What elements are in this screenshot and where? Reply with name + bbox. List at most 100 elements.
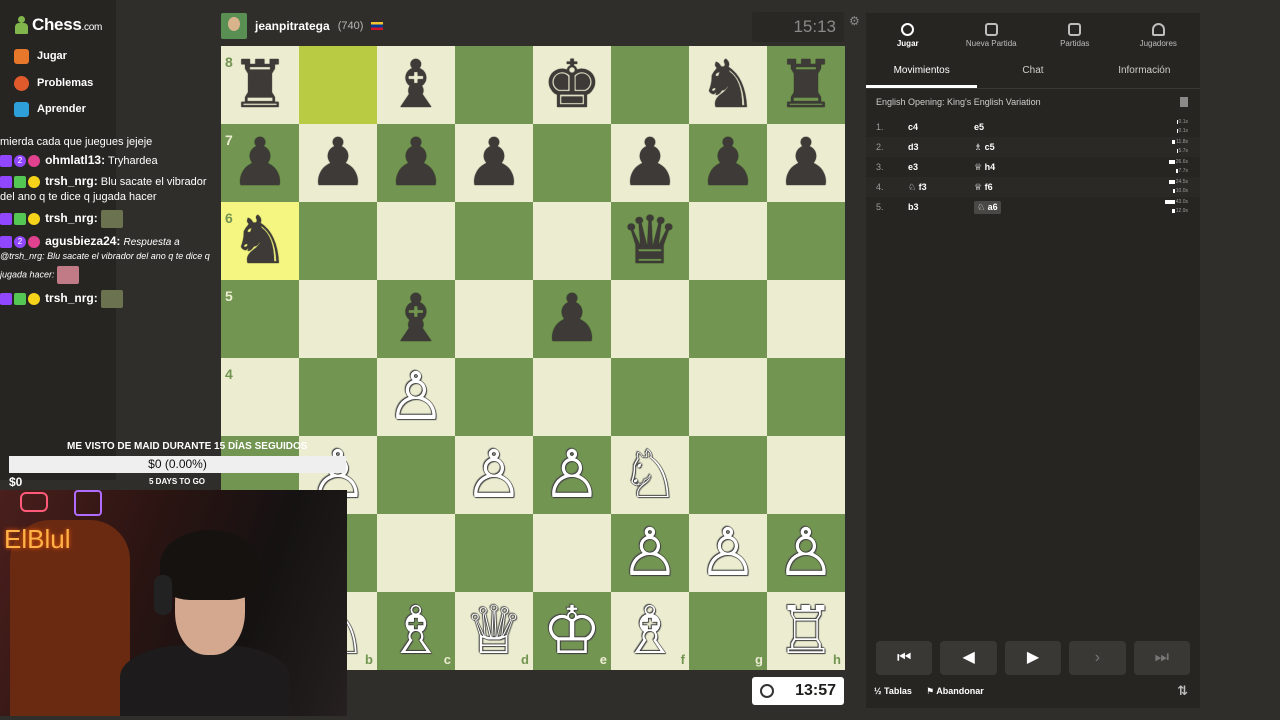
white-knight-piece[interactable]: ♘ — [611, 436, 689, 514]
white-move-time: 24.5s — [1158, 179, 1188, 185]
black-pawn-piece[interactable]: ♟ — [767, 124, 845, 202]
white-bishop-piece[interactable]: ♗ — [611, 592, 689, 670]
black-move-time: 5.7s — [1176, 148, 1188, 154]
square-c3[interactable] — [377, 436, 455, 514]
avatar[interactable] — [221, 13, 247, 39]
white-bishop-piece[interactable]: ♗ — [377, 592, 455, 670]
square-e2[interactable] — [533, 514, 611, 592]
square-f8[interactable] — [611, 46, 689, 124]
black-pawn-piece[interactable]: ♟ — [689, 124, 767, 202]
white-queen-piece[interactable]: ♕ — [455, 592, 533, 670]
play-button[interactable]: ▶ — [1004, 641, 1062, 675]
flip-board-icon[interactable]: ⇅ — [1177, 683, 1188, 699]
square-d2[interactable] — [455, 514, 533, 592]
tab-movimientos[interactable]: Movimientos — [866, 57, 978, 88]
top-player-info[interactable]: jeanpitratega (740) — [221, 12, 384, 40]
panel-tabs: Jugar Nueva Partida Partidas Jugadores — [866, 13, 1200, 57]
square-e7[interactable] — [533, 124, 611, 202]
opening-name[interactable]: English Opening: King's English Variatio… — [876, 97, 1041, 107]
white-rook-piece[interactable]: ♖ — [767, 592, 845, 670]
square-h5[interactable] — [767, 280, 845, 358]
square-e4[interactable] — [533, 358, 611, 436]
book-icon[interactable] — [1180, 97, 1188, 107]
black-knight-piece[interactable]: ♞ — [689, 46, 767, 124]
square-d6[interactable] — [455, 202, 533, 280]
black-bishop-piece[interactable]: ♝ — [377, 280, 455, 358]
draw-button[interactable]: ½ Tablas — [874, 686, 912, 696]
moderator-badge-icon — [14, 213, 26, 225]
black-pawn-piece[interactable]: ♟ — [221, 124, 299, 202]
sidebar-item-aprender[interactable]: Aprender — [14, 99, 86, 119]
square-c2[interactable] — [377, 514, 455, 592]
white-pawn-piece[interactable]: ♙ — [611, 514, 689, 592]
white-pawn-piece[interactable]: ♙ — [767, 514, 845, 592]
black-move[interactable]: e5 — [974, 122, 984, 132]
tab-jugadores[interactable]: Jugadores — [1117, 13, 1201, 57]
move-number: 2. — [876, 142, 884, 152]
square-c6[interactable] — [377, 202, 455, 280]
tab-partidas[interactable]: Partidas — [1033, 13, 1117, 57]
last-move-button[interactable]: ⏭ — [1133, 641, 1191, 675]
black-rook-piece[interactable]: ♜ — [221, 46, 299, 124]
black-move[interactable]: ♕ h4 — [974, 162, 995, 173]
white-move[interactable]: ♘ f3 — [908, 182, 927, 193]
square-b6[interactable] — [299, 202, 377, 280]
white-move[interactable]: b3 — [908, 202, 919, 212]
sidebar-item-jugar[interactable]: Jugar — [14, 46, 67, 66]
square-h3[interactable] — [767, 436, 845, 514]
square-g4[interactable] — [689, 358, 767, 436]
black-pawn-piece[interactable]: ♟ — [299, 124, 377, 202]
black-knight-piece[interactable]: ♞ — [221, 202, 299, 280]
white-pawn-piece[interactable]: ♙ — [377, 358, 455, 436]
white-move[interactable]: c4 — [908, 122, 918, 132]
white-pawn-piece[interactable]: ♙ — [689, 514, 767, 592]
player-name: jeanpitratega — [255, 19, 330, 33]
resign-button[interactable]: ⚑ Abandonar — [926, 686, 984, 697]
black-rook-piece[interactable]: ♜ — [767, 46, 845, 124]
square-b5[interactable] — [299, 280, 377, 358]
black-bishop-piece[interactable]: ♝ — [377, 46, 455, 124]
black-pawn-piece[interactable]: ♟ — [455, 124, 533, 202]
black-move[interactable]: ♕ f6 — [974, 182, 993, 193]
square-b4[interactable] — [299, 358, 377, 436]
black-queen-piece[interactable]: ♛ — [611, 202, 689, 280]
emote-icon — [100, 290, 123, 308]
black-king-piece[interactable]: ♚ — [533, 46, 611, 124]
square-b8[interactable] — [299, 46, 377, 124]
prev-move-button[interactable]: ◀ — [940, 641, 997, 675]
square-f5[interactable] — [611, 280, 689, 358]
sidebar-item-problemas[interactable]: Problemas — [14, 73, 93, 93]
gear-icon[interactable]: ⚙ — [849, 14, 860, 28]
square-g1[interactable]: g — [689, 592, 767, 670]
white-pawn-piece[interactable]: ♙ — [533, 436, 611, 514]
white-king-piece[interactable]: ♔ — [533, 592, 611, 670]
black-pawn-piece[interactable]: ♟ — [611, 124, 689, 202]
square-g5[interactable] — [689, 280, 767, 358]
square-g3[interactable] — [689, 436, 767, 514]
tab-nueva-partida[interactable]: Nueva Partida — [950, 13, 1034, 57]
square-a4[interactable]: 4 — [221, 358, 299, 436]
square-d8[interactable] — [455, 46, 533, 124]
square-e6[interactable] — [533, 202, 611, 280]
square-g6[interactable] — [689, 202, 767, 280]
tab-jugar[interactable]: Jugar — [866, 13, 950, 57]
chesscom-logo[interactable]: Chess.com — [14, 14, 102, 36]
first-move-button[interactable]: ⏮ — [876, 641, 933, 675]
square-h6[interactable] — [767, 202, 845, 280]
square-h4[interactable] — [767, 358, 845, 436]
next-move-button[interactable]: › — [1069, 641, 1126, 675]
square-d4[interactable] — [455, 358, 533, 436]
square-f4[interactable] — [611, 358, 689, 436]
square-d5[interactable] — [455, 280, 533, 358]
white-move[interactable]: e3 — [908, 162, 918, 172]
black-pawn-piece[interactable]: ♟ — [377, 124, 455, 202]
black-move[interactable]: ♘ a6 — [974, 201, 1001, 214]
black-pawn-piece[interactable]: ♟ — [533, 280, 611, 358]
white-pawn-piece[interactable]: ♙ — [455, 436, 533, 514]
white-move[interactable]: d3 — [908, 142, 919, 152]
square-a5[interactable]: 5 — [221, 280, 299, 358]
chat-message: trsh_nrg: Blu sacate el vibrador — [0, 174, 207, 189]
tab-informacion[interactable]: Información — [1089, 57, 1200, 88]
black-move[interactable]: ♗ c5 — [974, 142, 995, 153]
tab-chat[interactable]: Chat — [977, 57, 1088, 88]
